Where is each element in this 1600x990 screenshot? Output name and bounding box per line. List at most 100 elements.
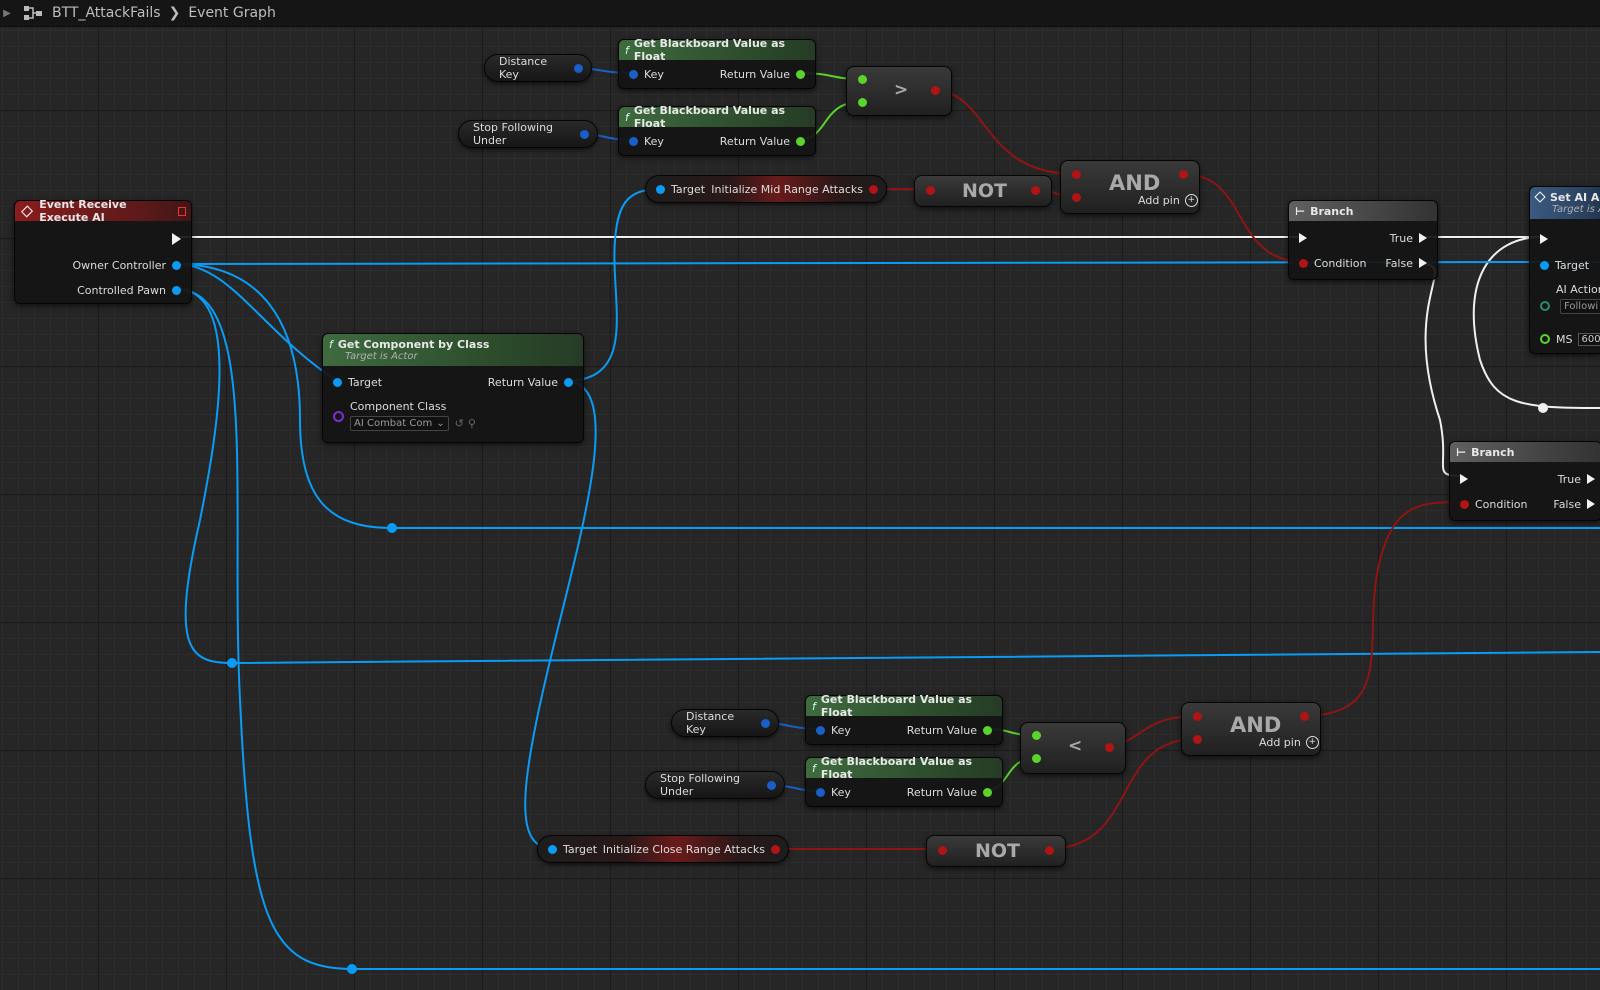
true-exec-pin[interactable]	[1587, 474, 1595, 484]
node-header: ⊢ Branch	[1450, 442, 1600, 462]
stop-following-under-variable-top[interactable]: Stop Following Under	[458, 120, 598, 148]
b-pin[interactable]	[1193, 735, 1202, 744]
return-value-label: Return Value	[719, 67, 790, 81]
condition-label: Condition	[1314, 256, 1367, 270]
condition-pin[interactable]	[1299, 258, 1308, 268]
node-header: ⊢ Branch	[1289, 201, 1437, 221]
get-blackboard-value-as-float-node[interactable]: f Get Blackboard Value as Float Key Retur…	[618, 37, 816, 89]
ai-action-pin[interactable]	[1540, 301, 1550, 311]
result-pin[interactable]	[1179, 170, 1188, 179]
operator-label: NOT	[975, 840, 1021, 862]
bool-wire	[931, 89, 1076, 175]
get-blackboard-value-as-float-node[interactable]: f Get Blackboard Value as Float Key Retur…	[805, 693, 1003, 745]
return-value-label: Return Value	[906, 723, 977, 737]
node-subtitle: Target is Actor	[345, 351, 418, 362]
node-header: f Get Component by Class Target is Actor	[323, 334, 583, 366]
add-pin-button[interactable]: Add pin +	[1138, 194, 1198, 207]
not-boolean-node[interactable]: NOT	[914, 175, 1052, 207]
exec-in-pin[interactable]	[1460, 474, 1468, 484]
event-icon	[21, 204, 34, 218]
get-component-by-class-node[interactable]: f Get Component by Class Target is Actor …	[322, 333, 584, 443]
target-pin[interactable]	[333, 377, 342, 387]
false-exec-pin[interactable]	[1587, 499, 1595, 509]
return-value-label: Return Value	[719, 134, 790, 148]
browse-icon[interactable]: ⚲	[468, 417, 476, 430]
component-class-dropdown[interactable]: AI Combat Com ⌄	[350, 416, 449, 431]
add-pin-button[interactable]: Add pin +	[1259, 736, 1319, 749]
collapse-arrow-icon[interactable]: ▶	[0, 8, 14, 19]
breadcrumb-asset[interactable]: BTT_AttackFails	[52, 5, 161, 21]
operator-label: AND	[1230, 713, 1282, 737]
result-pin[interactable]	[1300, 712, 1309, 721]
key-pin[interactable]	[629, 136, 638, 146]
ai-action-dropdown[interactable]: Followi	[1560, 298, 1600, 314]
target-pin[interactable]	[656, 184, 665, 194]
less-than-node[interactable]: <	[1020, 722, 1126, 774]
exec-in-pin[interactable]	[1540, 234, 1548, 244]
return-value-pin[interactable]	[564, 377, 573, 387]
distance-key-out-pin[interactable]	[761, 718, 770, 728]
event-receive-execute-ai-node[interactable]: Event Receive Execute AI Owner Controlle…	[14, 198, 192, 304]
ms-pin[interactable]	[1540, 334, 1550, 344]
stop-following-under-out-pin[interactable]	[580, 129, 589, 139]
component-class-label: Component Class	[350, 400, 447, 413]
return-value-pin[interactable]	[796, 69, 805, 79]
branch-node[interactable]: ⊢ Branch True Condition False	[1288, 200, 1438, 280]
input-pin[interactable]	[938, 846, 947, 855]
event-icon	[1534, 191, 1546, 203]
distance-key-variable-top[interactable]: Distance Key	[484, 54, 592, 82]
and-boolean-node[interactable]: AND Add pin +	[1060, 160, 1200, 214]
output-pin[interactable]	[1031, 186, 1040, 195]
target-pin[interactable]	[548, 844, 557, 854]
output-pin[interactable]	[1045, 846, 1054, 855]
return-value-pin[interactable]	[983, 725, 992, 735]
add-pin-label: Add pin	[1138, 194, 1180, 207]
ms-label: MS	[1556, 332, 1573, 346]
key-pin[interactable]	[816, 787, 825, 797]
and-boolean-node[interactable]: AND Add pin +	[1181, 702, 1321, 756]
false-exec-pin[interactable]	[1419, 258, 1427, 268]
return-value-pin[interactable]	[796, 136, 805, 146]
set-ai-action-node[interactable]: Set AI Act Target is A Target AI Action …	[1529, 186, 1600, 354]
stop-following-under-out-pin[interactable]	[767, 780, 776, 790]
b-pin[interactable]	[1032, 754, 1041, 763]
input-pin[interactable]	[926, 186, 935, 195]
key-pin[interactable]	[816, 725, 825, 735]
ms-input[interactable]: 600.	[1578, 332, 1600, 346]
get-blackboard-value-as-float-node[interactable]: f Get Blackboard Value as Float Key Retur…	[618, 104, 816, 156]
return-value-pin[interactable]	[771, 844, 780, 854]
key-pin[interactable]	[629, 69, 638, 79]
target-pin[interactable]	[1540, 260, 1549, 270]
greater-than-node[interactable]: >	[846, 66, 952, 116]
distance-key-variable-bottom[interactable]: Distance Key	[671, 709, 779, 737]
b-pin[interactable]	[1072, 193, 1081, 202]
a-pin[interactable]	[1032, 731, 1041, 740]
exec-out-pin[interactable]	[172, 233, 181, 245]
b-pin[interactable]	[858, 98, 867, 107]
false-label: False	[1385, 256, 1413, 270]
initialize-mid-range-attacks-node[interactable]: Target Initialize Mid Range Attacks	[645, 175, 887, 203]
return-value-pin[interactable]	[983, 787, 992, 797]
a-pin[interactable]	[1193, 712, 1202, 721]
condition-pin[interactable]	[1460, 499, 1469, 509]
branch-node[interactable]: ⊢ Branch True Condition False	[1449, 441, 1600, 521]
result-pin[interactable]	[931, 86, 940, 95]
use-selected-icon[interactable]: ↺	[455, 417, 464, 430]
exec-in-pin[interactable]	[1299, 233, 1307, 243]
breadcrumb-graph[interactable]: Event Graph	[188, 5, 276, 21]
controlled-pawn-pin[interactable]	[172, 285, 181, 295]
return-value-pin[interactable]	[869, 184, 878, 194]
distance-key-out-pin[interactable]	[574, 63, 583, 73]
a-pin[interactable]	[858, 75, 867, 84]
a-pin[interactable]	[1072, 170, 1081, 179]
operator-label: <	[1068, 736, 1083, 756]
result-pin[interactable]	[1105, 743, 1114, 752]
initialize-close-range-attacks-node[interactable]: Target Initialize Close Range Attacks	[537, 835, 789, 863]
delegate-pin-icon[interactable]	[177, 206, 186, 216]
stop-following-under-variable-bottom[interactable]: Stop Following Under	[645, 771, 785, 799]
get-blackboard-value-as-float-node[interactable]: f Get Blackboard Value as Float Key Retur…	[805, 755, 1003, 807]
component-class-pin[interactable]	[333, 411, 344, 422]
not-boolean-node[interactable]: NOT	[926, 835, 1066, 867]
owner-controller-pin[interactable]	[172, 260, 181, 270]
true-exec-pin[interactable]	[1419, 233, 1427, 243]
